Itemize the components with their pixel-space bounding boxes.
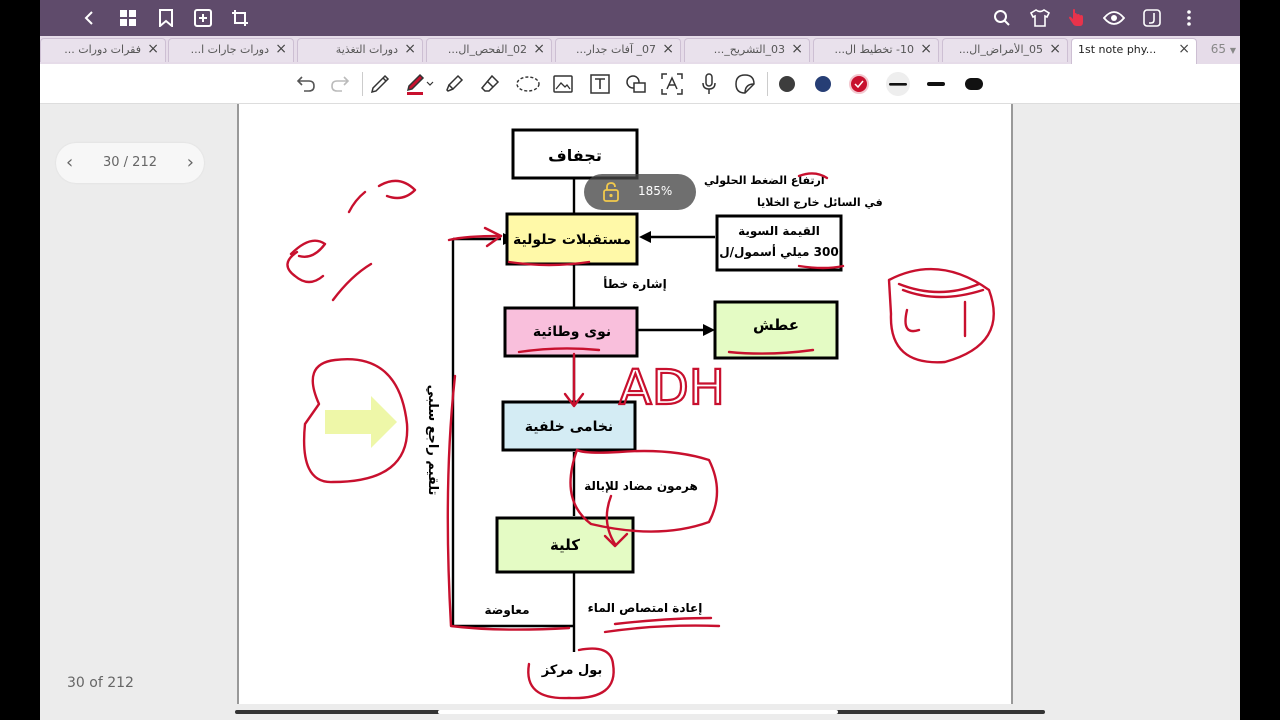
tab-label: 03_التشريح_...: [713, 43, 785, 56]
page-count: 30 of 212: [67, 675, 134, 691]
stroke-thin-selected[interactable]: [884, 72, 912, 96]
label-compensation: معاوضة: [484, 603, 529, 618]
back-chevron-icon[interactable]: [78, 6, 102, 30]
lasso-icon[interactable]: [514, 72, 542, 96]
tab-label: 10- تخطيط ال...: [834, 43, 914, 56]
yellow-arrow-graphic: [325, 396, 397, 448]
label-high-pressure-2: في السائل خارج الخلايا: [757, 196, 883, 210]
text-recognition-icon[interactable]: [660, 72, 684, 96]
label-normal-value-2: 300 ميلي أسمول/ل: [719, 244, 838, 260]
shirt-icon[interactable]: [1028, 6, 1052, 30]
shape-icon[interactable]: [624, 72, 648, 96]
sticker-icon[interactable]: [733, 72, 757, 96]
tab-label: دورات جارات ا...: [190, 43, 269, 56]
microphone-icon[interactable]: [697, 72, 721, 96]
close-icon[interactable]: ×: [275, 41, 287, 57]
tab-label: دورات التغذية: [335, 43, 398, 56]
eye-icon[interactable]: [1102, 6, 1126, 30]
tab-label: 1st note phy...: [1078, 43, 1157, 56]
stroke-medium[interactable]: [922, 72, 950, 96]
top-bar: [40, 0, 1240, 36]
annotation-toolbar: [40, 64, 1240, 104]
tab-count[interactable]: 65 ▼: [1211, 42, 1236, 56]
search-icon[interactable]: [990, 6, 1014, 30]
page-navigator: ‹ 30 / 212 ›: [56, 143, 204, 183]
tab-label: فقرات دورات ...: [64, 43, 141, 56]
lock-icon[interactable]: [602, 182, 620, 206]
more-vertical-icon[interactable]: [1177, 6, 1201, 30]
undo-icon[interactable]: [294, 72, 318, 96]
color-navy-swatch[interactable]: [811, 72, 835, 96]
close-icon[interactable]: ×: [147, 41, 159, 57]
redo-icon[interactable]: [328, 72, 352, 96]
close-icon[interactable]: ×: [791, 41, 803, 57]
next-page-chevron-icon[interactable]: ›: [187, 152, 194, 173]
tab-label: 07_ آفات جدار...: [576, 43, 656, 56]
tab-active[interactable]: 1st note phy... ×: [1071, 38, 1197, 64]
stroke-thick[interactable]: [960, 72, 988, 96]
pencil-mode-icon[interactable]: [1140, 6, 1164, 30]
highlighter-pen-icon[interactable]: [404, 72, 436, 96]
label-osmoreceptors: مستقبلات حلولية: [513, 232, 631, 248]
label-hypothalamic-nuclei: نوى وطائية: [533, 324, 611, 340]
handwritten-adh: ADH: [619, 360, 725, 416]
hand-pointer-icon[interactable]: [1064, 6, 1088, 30]
label-kidney: كلية: [550, 536, 580, 554]
text-box-icon[interactable]: [588, 72, 612, 96]
crop-icon[interactable]: [228, 6, 252, 30]
tab-7[interactable]: 10- تخطيط ال... ×: [813, 38, 939, 62]
tab-label: 05_الأمراض_ال...: [958, 43, 1043, 56]
zoom-indicator[interactable]: 185%: [584, 174, 696, 210]
pen-icon[interactable]: [368, 72, 392, 96]
tab-4[interactable]: 02_الفحص_ال... ×: [426, 38, 552, 62]
label-dehydration: تجفاف: [548, 146, 602, 165]
tab-2[interactable]: دورات جارات ا... ×: [168, 38, 294, 62]
image-icon[interactable]: [551, 72, 575, 96]
label-concentrated-urine: بول مركز: [541, 663, 603, 678]
add-page-icon[interactable]: [191, 6, 215, 30]
label-error-signal: إشارة خطأ: [603, 276, 666, 291]
grid-icon[interactable]: [116, 6, 140, 30]
close-icon[interactable]: ×: [404, 41, 416, 57]
color-red-swatch-selected[interactable]: [847, 72, 871, 96]
tab-bar: فقرات دورات ... × دورات جارات ا... × دور…: [40, 36, 1240, 64]
tab-count-label: 65: [1210, 42, 1227, 56]
tab-6[interactable]: 03_التشريح_... ×: [684, 38, 810, 62]
label-normal-value-1: القيمة السوية: [738, 224, 820, 239]
close-icon[interactable]: ×: [1178, 41, 1190, 57]
tab-label: 02_الفحص_ال...: [447, 43, 527, 56]
tab-3[interactable]: دورات التغذية ×: [297, 38, 423, 62]
home-indicator[interactable]: [438, 710, 838, 714]
close-icon[interactable]: ×: [533, 41, 545, 57]
app-window: فقرات دورات ... × دورات جارات ا... × دور…: [40, 0, 1240, 720]
eraser-icon[interactable]: [478, 72, 502, 96]
tab-8[interactable]: 05_الأمراض_ال... ×: [942, 38, 1068, 62]
label-posterior-pituitary: نخامى خلفية: [525, 419, 613, 435]
handwritten-annotations: [286, 172, 995, 700]
close-icon[interactable]: ×: [920, 41, 932, 57]
tab-5[interactable]: 07_ آفات جدار... ×: [555, 38, 681, 62]
label-negative-feedback: تلقيم راجع سلبي: [425, 385, 440, 496]
bookmark-icon[interactable]: [154, 6, 178, 30]
zoom-level: 185%: [638, 184, 673, 198]
label-thirst: عطش: [753, 316, 799, 334]
page-indicator: 30 / 212: [103, 155, 157, 170]
tab-1[interactable]: فقرات دورات ... ×: [40, 38, 166, 62]
label-water-reabsorption: إعادة امتصاص الماء: [588, 601, 703, 615]
label-high-pressure-1: ارتفاع الضغط الحلولي: [704, 174, 825, 187]
color-dark-gray-swatch[interactable]: [775, 72, 799, 96]
close-icon[interactable]: ×: [662, 41, 674, 57]
marker-icon[interactable]: [442, 72, 466, 96]
close-icon[interactable]: ×: [1049, 41, 1061, 57]
chevron-down-icon: ▼: [1229, 46, 1236, 55]
label-adh-hormone: هرمون مضاد للإبالة: [584, 479, 698, 494]
